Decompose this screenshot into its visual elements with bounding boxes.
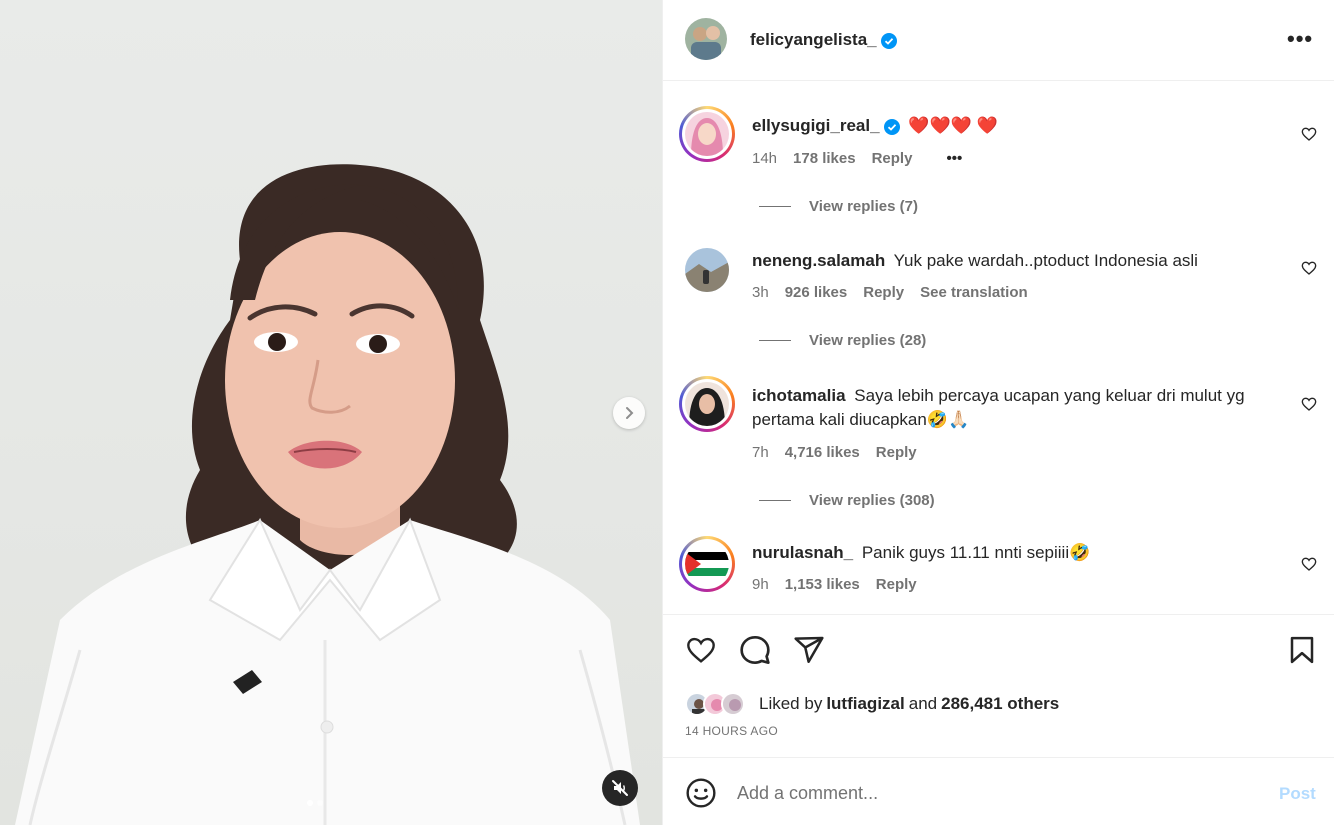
bookmark-icon[interactable] — [1287, 634, 1317, 666]
mute-toggle-button[interactable] — [602, 770, 638, 806]
commenter-avatar — [685, 542, 729, 586]
liked-by-others[interactable]: 286,481 others — [941, 694, 1059, 714]
carousel-dot — [317, 800, 323, 806]
liker-avatar — [721, 692, 745, 716]
comment-options-button[interactable]: ••• — [946, 150, 962, 167]
comment-like-heart-icon[interactable] — [1301, 126, 1317, 142]
heart-icon[interactable] — [685, 634, 717, 666]
reply-button[interactable]: Reply — [876, 444, 917, 461]
comment-bubble-icon[interactable] — [739, 634, 771, 666]
verified-badge-icon — [880, 32, 897, 49]
comment-likes[interactable]: 4,716 likes — [785, 444, 860, 461]
comment-time[interactable]: 3h — [752, 284, 769, 301]
commenter-avatar — [685, 112, 729, 156]
divider-line — [759, 206, 791, 207]
verified-badge-icon — [883, 118, 900, 135]
view-replies-button[interactable]: View replies (308) — [759, 492, 935, 509]
commenter-avatar[interactable] — [685, 248, 729, 292]
comment-text: nurulasnah_ Panik guys 11.11 nnti sepiii… — [752, 541, 1272, 565]
view-replies-label: View replies (308) — [809, 492, 935, 509]
story-ring[interactable] — [679, 536, 735, 592]
comment-likes[interactable]: 926 likes — [785, 284, 848, 301]
comment-body: ❤️❤️❤️ ❤️ — [908, 116, 998, 135]
story-ring[interactable] — [679, 106, 735, 162]
post-actions-bar — [663, 616, 1334, 686]
see-translation-button[interactable]: See translation — [920, 284, 1028, 301]
post-header: felicyangelista_ ••• — [663, 0, 1334, 81]
commenter-avatar — [685, 382, 729, 426]
comment-likes[interactable]: 1,153 likes — [785, 576, 860, 593]
comments-list[interactable]: ellysugigi_real_ ❤️❤️❤️ ❤️ 14h 178 likes… — [663, 82, 1334, 615]
next-slide-button[interactable] — [613, 397, 645, 429]
liked-by-user[interactable]: lutfiagizal — [826, 694, 904, 714]
comment-time[interactable]: 7h — [752, 444, 769, 461]
more-options-button[interactable]: ••• — [1287, 28, 1313, 50]
divider-line — [759, 500, 791, 501]
comment-text: ichotamalia Saya lebih percaya ucapan ya… — [752, 384, 1272, 432]
story-ring[interactable] — [679, 376, 735, 432]
view-replies-button[interactable]: View replies (7) — [759, 198, 918, 215]
view-replies-label: View replies (7) — [809, 198, 918, 215]
comment-like-heart-icon[interactable] — [1301, 396, 1317, 412]
carousel-indicator — [307, 800, 323, 806]
add-comment-bar: Post — [663, 757, 1334, 825]
comment-time[interactable]: 14h — [752, 150, 777, 167]
comment-meta: 14h 178 likes Reply ••• — [752, 150, 962, 167]
reply-button[interactable]: Reply — [876, 576, 917, 593]
comment-text: ellysugigi_real_ ❤️❤️❤️ ❤️ — [752, 114, 1272, 138]
comment-likes[interactable]: 178 likes — [793, 150, 856, 167]
reply-button[interactable]: Reply — [863, 284, 904, 301]
comment-meta: 3h 926 likes Reply See translation — [752, 284, 1028, 301]
author-avatar[interactable] — [685, 18, 727, 60]
commenter-username[interactable]: ichotamalia — [752, 386, 846, 405]
liker-avatars[interactable] — [685, 688, 749, 720]
comment-meta: 7h 4,716 likes Reply — [752, 444, 917, 461]
carousel-dot — [307, 800, 313, 806]
post-timestamp[interactable]: 14 HOURS AGO — [685, 724, 778, 738]
author-username[interactable]: felicyangelista_ — [750, 30, 897, 50]
speaker-muted-icon — [612, 780, 628, 796]
comment-body: Yuk pake wardah..ptoduct Indonesia asli — [893, 251, 1198, 270]
emoji-picker-icon[interactable] — [685, 777, 717, 809]
divider-line — [759, 340, 791, 341]
commenter-username[interactable]: ellysugigi_real_ — [752, 116, 900, 135]
view-replies-button[interactable]: View replies (28) — [759, 332, 926, 349]
comment-meta: 9h 1,153 likes Reply — [752, 576, 917, 593]
comment-input[interactable] — [737, 778, 1257, 808]
commenter-username[interactable]: nurulasnah_ — [752, 543, 853, 562]
chevron-right-icon — [626, 407, 634, 419]
reply-button[interactable]: Reply — [872, 150, 913, 167]
video-frame — [15, 164, 640, 825]
liked-by-joiner: and — [908, 694, 938, 713]
likes-summary: Liked by lutfiagizal and 286,481 others — [685, 688, 1063, 720]
post-media[interactable] — [0, 0, 662, 825]
paper-plane-icon[interactable] — [793, 634, 825, 666]
comment-like-heart-icon[interactable] — [1301, 556, 1317, 572]
liked-by-prefix: Liked by — [759, 694, 823, 713]
view-replies-label: View replies (28) — [809, 332, 927, 349]
comment-body: Panik guys 11.11 nnti sepiiii🤣 — [861, 543, 1091, 562]
comment-like-heart-icon[interactable] — [1301, 260, 1317, 276]
comment-time[interactable]: 9h — [752, 576, 769, 593]
comment-text: neneng.salamah Yuk pake wardah..ptoduct … — [752, 249, 1272, 273]
post-side-panel: felicyangelista_ ••• ellysugigi_real_ ❤️… — [662, 0, 1334, 825]
commenter-username[interactable]: neneng.salamah — [752, 251, 885, 270]
post-comment-button[interactable]: Post — [1279, 784, 1316, 804]
